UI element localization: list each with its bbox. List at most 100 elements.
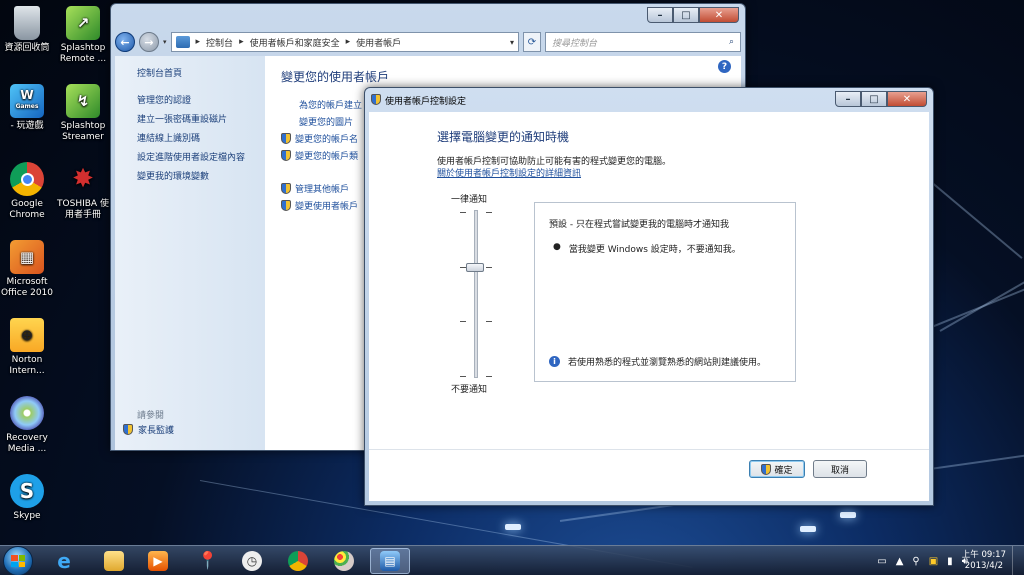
level-bullet-text: 當我變更 Windows 設定時，不要通知我。 xyxy=(568,245,741,255)
account-link-label: 變更您的帳戶名 xyxy=(295,135,359,145)
recovery-disc-icon xyxy=(10,396,44,430)
refresh-button[interactable]: ⟳ xyxy=(523,32,541,52)
taskbar-internet-explorer[interactable]: e xyxy=(44,548,84,574)
system-clock[interactable]: 上午 09:17 2013/4/2 xyxy=(962,550,1006,572)
desktop-icon-label: 資源回收筒 xyxy=(4,43,50,53)
splashtop-icon: ↗ xyxy=(66,6,100,40)
breadcrumb-arrow-icon: ▸ xyxy=(195,37,201,47)
desktop-icon-label: Microsoft Office 2010 xyxy=(0,277,54,298)
breadcrumb-item[interactable]: 使用者帳戶 xyxy=(356,36,401,49)
breadcrumb-item[interactable]: 使用者帳戶和家庭安全 xyxy=(250,36,340,49)
dialog-heading: 選擇電腦變更的通知時機 xyxy=(437,130,570,144)
slider-tick xyxy=(460,212,466,213)
shield-icon xyxy=(281,200,291,211)
desktop-icon-norton[interactable]: ⊕ Norton Intern... xyxy=(0,318,54,377)
shield-icon xyxy=(281,133,291,144)
office-icon: ▦ xyxy=(10,240,44,274)
desktop-icon-recycle-bin[interactable]: 資源回收筒 xyxy=(0,6,54,54)
desktop-icon-games[interactable]: W Games - 玩遊戲 xyxy=(0,84,54,132)
sidebar-link-manage-credentials[interactable]: 管理您的認證 xyxy=(137,93,265,106)
control-panel-icon xyxy=(175,36,190,48)
more-info-link[interactable]: 關於使用者帳戶控制設定的詳細資訊 xyxy=(437,166,581,179)
taskbar-media-player[interactable]: ▶ xyxy=(138,548,178,574)
back-button[interactable]: ← xyxy=(115,32,135,52)
slider-tick xyxy=(486,212,492,213)
desktop-icon-splashtop-remote[interactable]: ↗ Splashtop Remote ... xyxy=(56,6,110,65)
taskbar-file-explorer[interactable] xyxy=(94,548,134,574)
network-icon[interactable]: ▮ xyxy=(947,556,953,567)
shield-icon xyxy=(371,94,381,105)
folder-icon xyxy=(104,551,124,571)
maximize-button[interactable]: □ xyxy=(673,7,699,23)
notification-level-slider-thumb[interactable] xyxy=(466,262,484,272)
toshiba-manual-icon: ✸ xyxy=(72,163,94,194)
uac-settings-dialog: 使用者帳戶控制設定 – □ ✕ 選擇電腦變更的通知時機 使用者帳戶控制可協助防止… xyxy=(364,87,934,506)
minimize-button[interactable]: – xyxy=(835,91,861,107)
pin-icon[interactable]: ⚲ xyxy=(912,556,919,567)
taskbar-pinned-app[interactable]: 📍 xyxy=(188,548,228,574)
account-link-label: 變更使用者帳戶 xyxy=(295,202,359,212)
page-title: 變更您的使用者帳戶 xyxy=(281,70,390,84)
control-panel-sidebar: 控制台首頁 管理您的認證 建立一張密碼重設磁片 連結線上識別碼 設定進階使用者設… xyxy=(115,56,265,450)
forward-button[interactable]: → xyxy=(139,32,159,52)
paint-palette-icon xyxy=(334,551,354,571)
skype-icon: S xyxy=(10,474,44,508)
notification-level-slider-track[interactable] xyxy=(474,210,478,378)
desktop-icon-label: Skype xyxy=(13,511,41,521)
breadcrumb-item[interactable]: 控制台 xyxy=(206,36,233,49)
window-caption-buttons: – □ ✕ xyxy=(647,7,739,23)
sidebar-link-password-reset-disk[interactable]: 建立一張密碼重設磁片 xyxy=(137,112,265,125)
windows-logo-icon xyxy=(11,555,25,567)
desktop-icon-splashtop-streamer[interactable]: ↯ Splashtop Streamer xyxy=(56,84,110,143)
minimize-button[interactable]: – xyxy=(647,7,673,23)
sidebar-link-online-ids[interactable]: 連結線上識別碼 xyxy=(137,131,265,144)
address-bar[interactable]: ▸ 控制台 ▸ 使用者帳戶和家庭安全 ▸ 使用者帳戶 ▾ xyxy=(170,32,519,52)
desktop-icon-label: - 玩遊戲 xyxy=(10,121,44,131)
clock-icon: ◷ xyxy=(242,551,262,571)
security-icon[interactable]: ▣ xyxy=(929,556,938,567)
desktop-icon-label: TOSHIBA 使用者手冊 xyxy=(57,199,109,220)
search-input[interactable]: 搜尋控制台 ⌕ xyxy=(545,32,741,52)
taskbar-control-panel[interactable]: ▤ xyxy=(370,548,410,574)
desktop-icon-recovery-media[interactable]: Recovery Media ... xyxy=(0,396,54,455)
search-icon[interactable]: ⌕ xyxy=(729,37,734,47)
help-icon[interactable]: ? xyxy=(718,60,731,73)
control-panel-icon: ▤ xyxy=(380,551,400,571)
internet-explorer-icon: e xyxy=(57,549,71,573)
ok-button[interactable]: 確定 xyxy=(749,460,805,478)
account-link-label: 為您的帳戶建立 xyxy=(299,101,363,111)
show-desktop-button[interactable] xyxy=(1012,546,1024,575)
slider-bottom-label: 不要通知 xyxy=(451,385,488,395)
taskbar-chrome[interactable] xyxy=(278,548,318,574)
maximize-button[interactable]: □ xyxy=(861,91,887,107)
close-button[interactable]: ✕ xyxy=(887,91,927,107)
dialog-content: 選擇電腦變更的通知時機 使用者帳戶控制可協助防止可能有害的程式變更您的電腦。 關… xyxy=(369,112,929,501)
sidebar-link-environment-variables[interactable]: 變更我的環境變數 xyxy=(137,169,265,182)
close-button[interactable]: ✕ xyxy=(699,7,739,23)
address-dropdown-icon[interactable]: ▾ xyxy=(510,38,514,47)
show-hidden-icons-icon[interactable]: ▲ xyxy=(896,556,904,567)
action-center-icon[interactable]: ▭ xyxy=(877,556,886,567)
shield-icon xyxy=(281,183,291,194)
recent-pages-icon[interactable]: ▾ xyxy=(163,38,167,46)
start-button[interactable] xyxy=(3,546,33,575)
splashtop-streamer-icon: ↯ xyxy=(66,84,100,118)
taskbar-clock-app[interactable]: ◷ xyxy=(232,548,272,574)
desktop-icon-chrome[interactable]: Google Chrome xyxy=(0,162,54,221)
slider-tick xyxy=(460,321,466,323)
cancel-button[interactable]: 取消 xyxy=(813,460,867,478)
desktop-icon-label: Splashtop Streamer xyxy=(60,121,106,142)
control-panel-home-link[interactable]: 控制台首頁 xyxy=(137,66,265,79)
level-note-text: 若使用熟悉的程式並瀏覽熟悉的網站則建議使用。 xyxy=(568,358,767,368)
desktop-icon-toshiba-manual[interactable]: ✸ TOSHIBA 使用者手冊 xyxy=(56,162,110,221)
level-recommendation: i 若使用熟悉的程式並瀏覽熟悉的網站則建議使用。 xyxy=(549,355,766,368)
sidebar-link-family-safety[interactable]: 家長監護 xyxy=(123,423,174,436)
slider-tick xyxy=(460,376,466,377)
shield-icon xyxy=(123,424,133,435)
pushpin-icon: 📍 xyxy=(197,551,219,571)
sidebar-link-advanced-profile[interactable]: 設定進階使用者設定檔內容 xyxy=(137,150,265,163)
desktop-icon-office[interactable]: ▦ Microsoft Office 2010 xyxy=(0,240,54,299)
taskbar-paint[interactable] xyxy=(324,548,364,574)
desktop-icon-skype[interactable]: S Skype xyxy=(0,474,54,522)
navigation-bar: ← → ▾ ▸ 控制台 ▸ 使用者帳戶和家庭安全 ▸ 使用者帳戶 ▾ ⟳ 搜尋控… xyxy=(115,30,741,54)
